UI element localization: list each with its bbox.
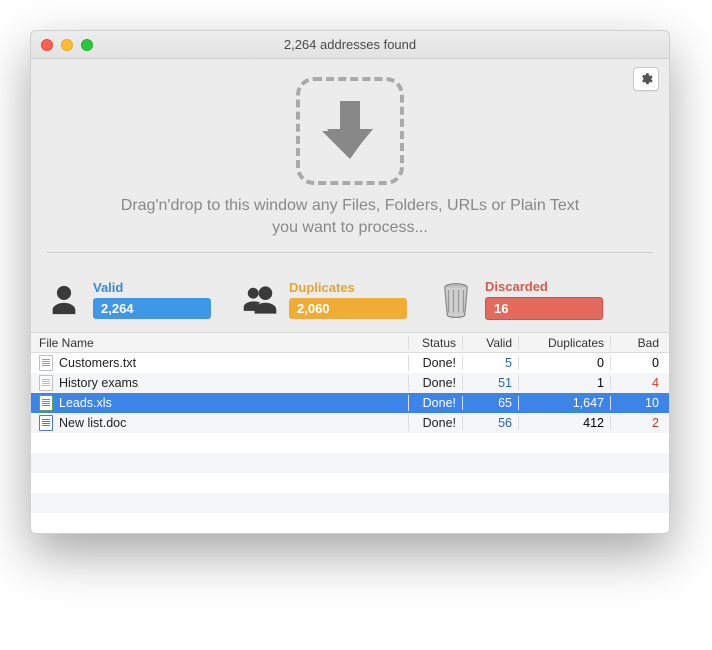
file-icon xyxy=(39,395,53,411)
cell-bad: 2 xyxy=(611,416,669,430)
file-icon xyxy=(39,415,53,431)
stat-disc-count: 16 xyxy=(485,297,603,320)
col-bad[interactable]: Bad xyxy=(611,336,669,350)
gear-icon xyxy=(639,72,653,86)
drop-hint: Drag'n'drop to this window any Files, Fo… xyxy=(110,195,590,238)
table-row xyxy=(31,433,669,453)
table-row[interactable]: History exams Done!5114 xyxy=(31,373,669,393)
cell-valid: 65 xyxy=(463,396,519,410)
stat-discarded: Discarded 16 xyxy=(437,279,603,320)
file-name: Customers.txt xyxy=(59,356,136,370)
file-icon xyxy=(39,355,53,371)
table-row xyxy=(31,473,669,493)
person-icon xyxy=(45,281,83,319)
stat-valid: Valid 2,264 xyxy=(45,279,211,320)
close-icon[interactable] xyxy=(41,39,53,51)
cell-status: Done! xyxy=(409,396,463,410)
table-row[interactable]: New list.doc Done!564122 xyxy=(31,413,669,433)
drop-target[interactable] xyxy=(296,77,404,185)
minimize-icon[interactable] xyxy=(61,39,73,51)
col-dup[interactable]: Duplicates xyxy=(519,336,611,350)
table-header[interactable]: File Name Status Valid Duplicates Bad xyxy=(31,333,669,353)
cell-dup: 1,647 xyxy=(519,396,611,410)
stat-valid-label: Valid xyxy=(93,280,211,295)
zoom-icon[interactable] xyxy=(81,39,93,51)
cell-valid: 51 xyxy=(463,376,519,390)
file-name: Leads.xls xyxy=(59,396,112,410)
download-arrow-icon xyxy=(322,99,378,163)
file-icon xyxy=(39,375,53,391)
traffic-lights xyxy=(41,39,93,51)
people-icon xyxy=(241,281,279,319)
file-table: File Name Status Valid Duplicates Bad Cu… xyxy=(31,333,669,533)
cell-bad: 0 xyxy=(611,356,669,370)
settings-button[interactable] xyxy=(633,67,659,91)
app-window: 2,264 addresses found Drag'n'drop to thi… xyxy=(30,30,670,534)
cell-dup: 0 xyxy=(519,356,611,370)
cell-valid: 5 xyxy=(463,356,519,370)
table-row xyxy=(31,513,669,533)
col-name[interactable]: File Name xyxy=(31,336,409,350)
stat-duplicates: Duplicates 2,060 xyxy=(241,279,407,320)
divider xyxy=(47,252,653,253)
table-row xyxy=(31,493,669,513)
table-row[interactable]: Customers.txtDone!500 xyxy=(31,353,669,373)
cell-dup: 412 xyxy=(519,416,611,430)
col-valid[interactable]: Valid xyxy=(463,336,519,350)
titlebar[interactable]: 2,264 addresses found xyxy=(31,31,669,59)
trash-icon xyxy=(437,281,475,319)
stat-valid-count: 2,264 xyxy=(93,298,211,319)
file-name: New list.doc xyxy=(59,416,126,430)
col-status[interactable]: Status xyxy=(409,336,463,350)
cell-bad: 10 xyxy=(611,396,669,410)
file-name: History exams xyxy=(59,376,138,390)
cell-bad: 4 xyxy=(611,376,669,390)
table-empty-rows xyxy=(31,433,669,533)
stats-bar: Valid 2,264 Duplicates 2,060 Dis xyxy=(31,269,669,333)
table-row xyxy=(31,453,669,473)
cell-status: Done! xyxy=(409,376,463,390)
table-row[interactable]: Leads.xls Done!651,64710 xyxy=(31,393,669,413)
stat-disc-label: Discarded xyxy=(485,279,603,294)
stat-dup-label: Duplicates xyxy=(289,280,407,295)
cell-status: Done! xyxy=(409,356,463,370)
cell-status: Done! xyxy=(409,416,463,430)
table-body: Customers.txtDone!500History examsDone!5… xyxy=(31,353,669,433)
cell-valid: 56 xyxy=(463,416,519,430)
cell-dup: 1 xyxy=(519,376,611,390)
drop-zone[interactable]: Drag'n'drop to this window any Files, Fo… xyxy=(31,59,669,269)
stat-dup-count: 2,060 xyxy=(289,298,407,319)
window-title: 2,264 addresses found xyxy=(284,37,416,52)
